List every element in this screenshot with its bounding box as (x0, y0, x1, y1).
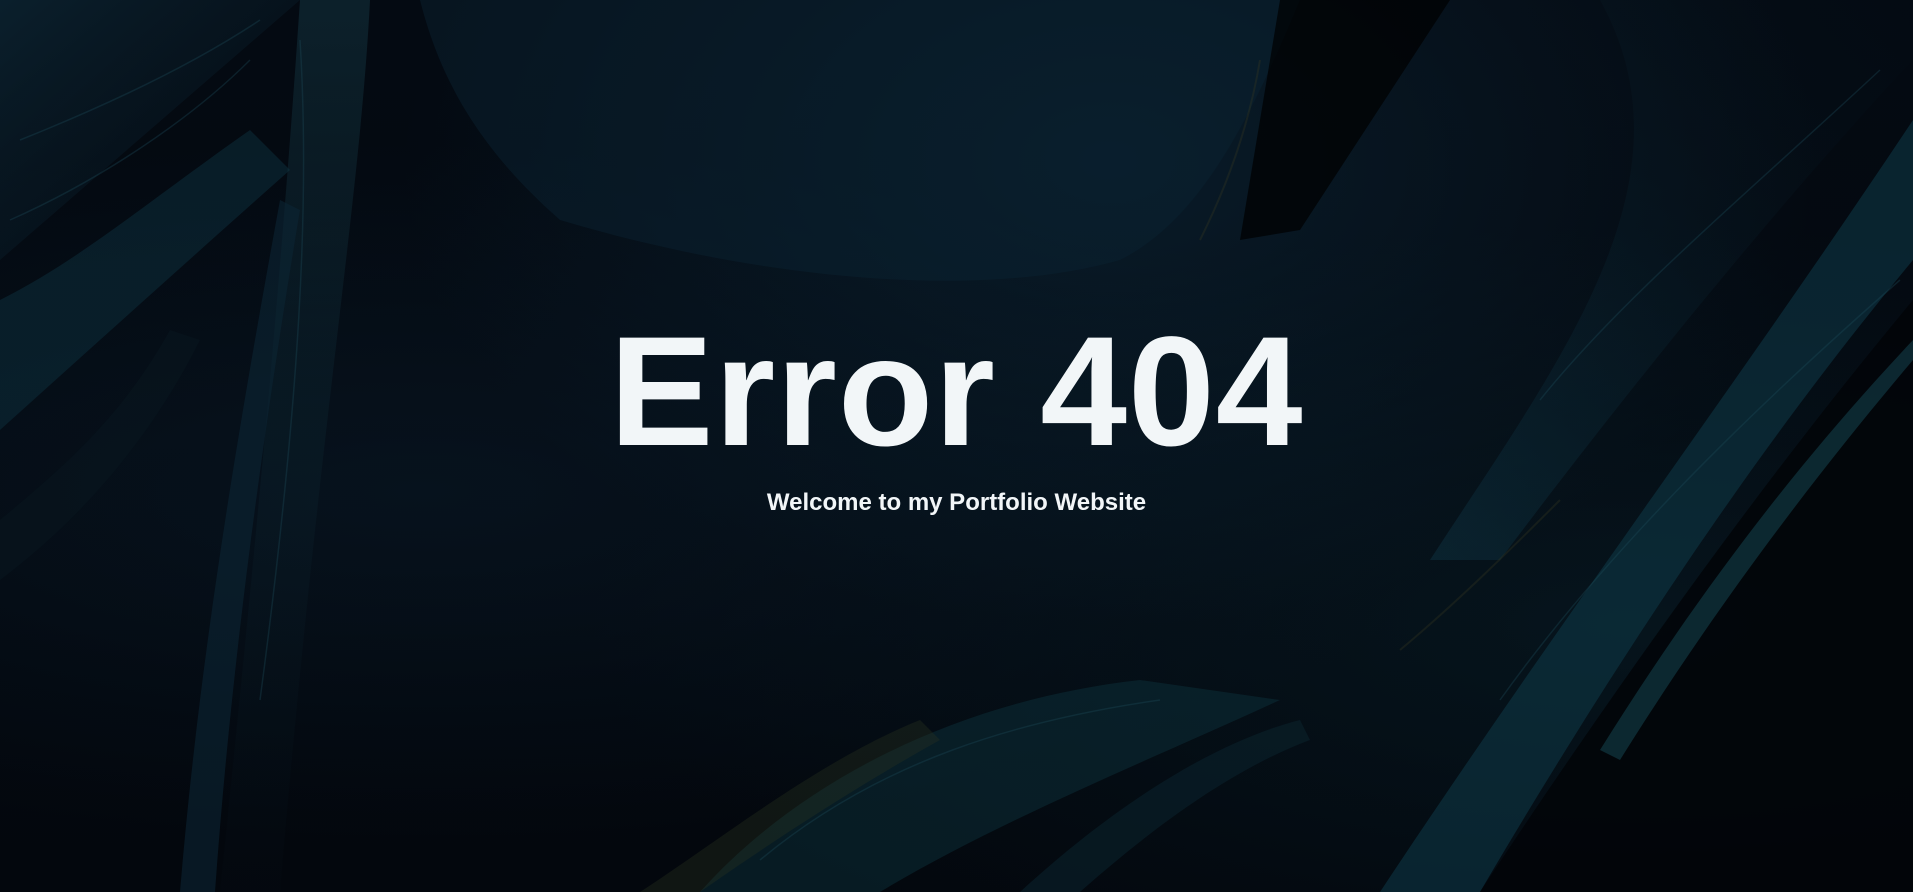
welcome-subtitle: Welcome to my Portfolio Website (766, 489, 1147, 516)
error-title: Error 404 (609, 305, 1304, 479)
error-page: Error 404 Welcome to my Portfolio Websit… (0, 0, 1913, 892)
hero-section: Error 404 Welcome to my Portfolio Websit… (0, 0, 1913, 892)
